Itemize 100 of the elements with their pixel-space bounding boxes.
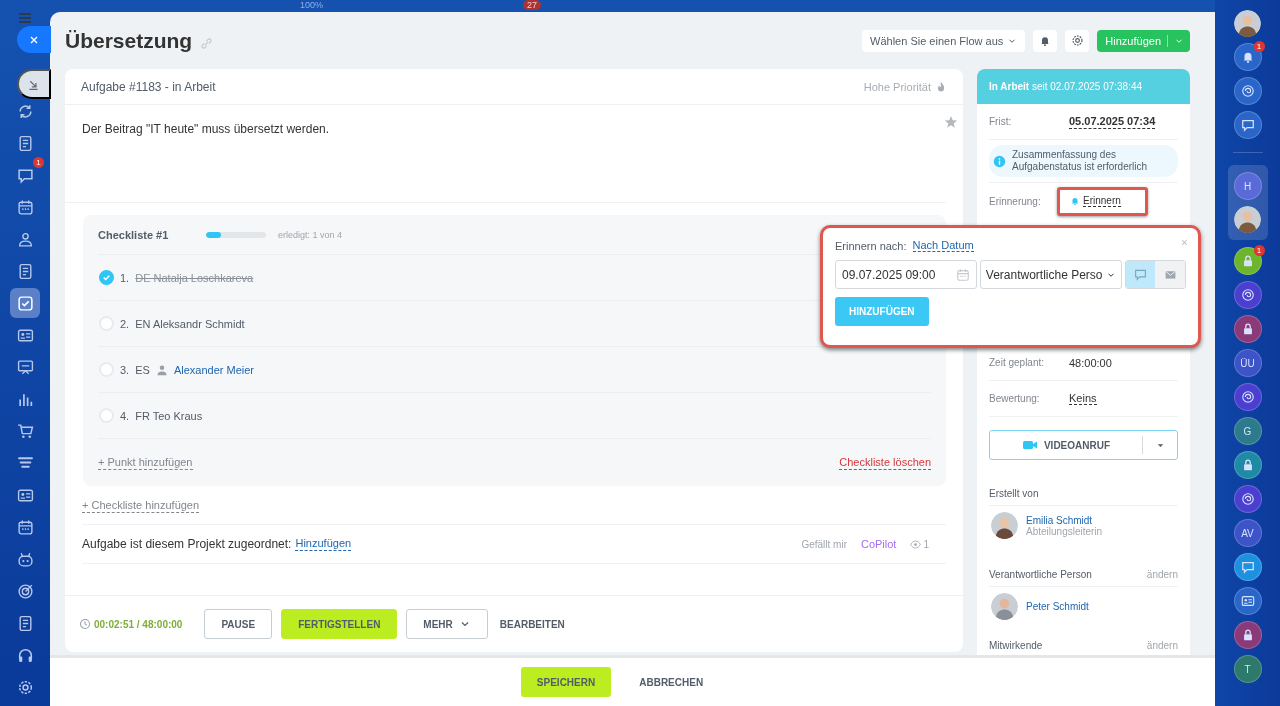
contact-card-icon [16,326,34,344]
cancel-button[interactable]: ABBRECHEN [623,667,720,697]
user-name-link[interactable]: Peter Schmidt [1026,601,1089,612]
item-number: 4. [120,409,130,422]
chat-button[interactable] [1233,111,1262,139]
settings-icon [1070,34,1084,47]
add-checklist-link[interactable]: + Checkliste hinzufügen [82,499,200,513]
mode-link[interactable]: Nach Datum [912,239,974,252]
close-button[interactable] [16,26,51,53]
save-button[interactable]: SPEICHERN [520,667,612,697]
lock-button[interactable] [1233,315,1262,343]
chat-button[interactable] [1233,553,1262,581]
copilot-link[interactable]: CoPilot [860,538,897,550]
pause-button[interactable]: PAUSE [204,609,273,639]
calendar-icon [16,198,34,216]
chat-toggle[interactable] [1125,261,1156,288]
calendar-icon [16,518,34,536]
info-icon [993,154,1006,168]
field-label: Erinnerung: [989,196,1042,207]
minimize-button[interactable] [16,69,51,99]
field-label: Bewertung: [989,393,1041,404]
chat-icon [1240,118,1255,132]
date-field[interactable]: 09.07.2025 09:00 [835,260,977,289]
lock-button[interactable] [1233,451,1262,479]
page-title: Übersetzung [65,28,193,53]
swirl-icon [1240,288,1255,302]
counter-badge: 27 [523,0,542,10]
initials-avatar[interactable]: T [1233,655,1262,683]
person-link[interactable]: Alexander Meier [173,363,254,376]
user-name-link[interactable]: Emilia Schmidt [1026,514,1103,526]
document-icon [16,134,34,152]
deadline-link[interactable]: 05.07.2025 07:34 [1069,114,1156,129]
initials-avatar[interactable]: AV [1233,519,1262,547]
checklist-item-text: ES [135,363,150,376]
more-button[interactable]: MEHR [406,609,488,639]
avatar [991,512,1018,539]
item-number: 3. [120,363,130,376]
bell-button[interactable]: 1 [1233,43,1262,71]
delete-checklist-link[interactable]: Checkliste löschen [839,455,931,470]
checklist-item-text: EN Aleksandr Schmidt [135,317,245,330]
change-link[interactable]: ändern [1146,569,1178,580]
status-header: In Arbeit seit 02.07.2025 07:38:44 [977,69,1190,104]
task-heading: Aufgabe #1183 - in Arbeit [81,79,216,94]
checklist-title: Checkliste #1 [98,228,170,241]
video-call-button[interactable]: VIDEOANRUF [989,430,1178,460]
check-icon [102,273,111,282]
close-icon [1180,238,1189,247]
swirl-button[interactable] [1233,383,1262,411]
section-heading: Verantwortliche Person [989,569,1092,580]
flow-select[interactable]: Wählen Sie einen Flow aus [862,29,1026,52]
bell-button[interactable] [1033,29,1058,52]
contact-card-icon [16,486,34,504]
finish-button[interactable]: FERTIGSTELLEN [281,609,398,639]
project-label: Aufgabe ist diesem Projekt zugeordnet: [82,537,292,551]
eye-icon [910,538,922,550]
contact-card-button[interactable] [1233,587,1262,615]
timer-text: 00:02:51 / 48:00:00 [94,618,183,630]
target-icon [16,582,34,600]
menu-icon [17,10,33,26]
settings-button[interactable] [1065,29,1090,52]
popup-label: Erinnern nach: [835,239,907,252]
like-link[interactable]: Gefällt mir [801,538,847,550]
envelope-icon [1163,268,1177,281]
swirl-icon [1240,84,1255,98]
notification-badge: 1 [33,157,44,168]
checkbox-icon [16,294,34,312]
zoom-label: 100% [300,0,324,10]
swirl-button[interactable] [1233,77,1262,105]
add-item-link[interactable]: + Punkt hinzufügen [98,455,193,470]
view-count: 1 [923,538,929,550]
document-icon [16,262,34,280]
section-heading: Erstellt von [989,488,1039,499]
change-link[interactable]: ändern [1146,640,1178,651]
bell-icon [1070,196,1080,206]
remind-link[interactable]: Erinnern [1057,187,1148,216]
initials-avatar[interactable]: ÜU [1233,349,1262,377]
swirl-icon [1240,492,1255,506]
swirl-button[interactable] [1233,485,1262,513]
presentation-icon [16,358,34,376]
star-icon [944,115,958,129]
avatar[interactable] [1234,206,1261,233]
recipient-select[interactable]: Verantwortliche Perso [979,260,1122,289]
initials-avatar[interactable]: G [1233,417,1262,445]
checkbox[interactable] [99,270,114,285]
link-icon [200,37,214,50]
swirl-button[interactable] [1233,281,1262,309]
nav-button[interactable] [10,288,40,318]
headset-icon [16,646,34,664]
cart-icon [16,422,34,440]
initials-avatar[interactable]: H [1233,172,1262,200]
user-role: Abteilungsleiterin [1026,525,1103,537]
task-description: Der Beitrag "IT heute" muss übersetzt werden. [82,122,330,136]
lock-button[interactable] [1233,621,1262,649]
clock-icon [79,618,91,630]
avatar[interactable] [1234,10,1261,37]
refresh-icon [16,102,34,120]
lock-button[interactable]: 1 [1233,247,1262,275]
rating-link[interactable]: Keins [1069,392,1097,405]
email-toggle[interactable] [1155,261,1185,288]
add-project-link[interactable]: Hinzufügen [295,537,352,551]
